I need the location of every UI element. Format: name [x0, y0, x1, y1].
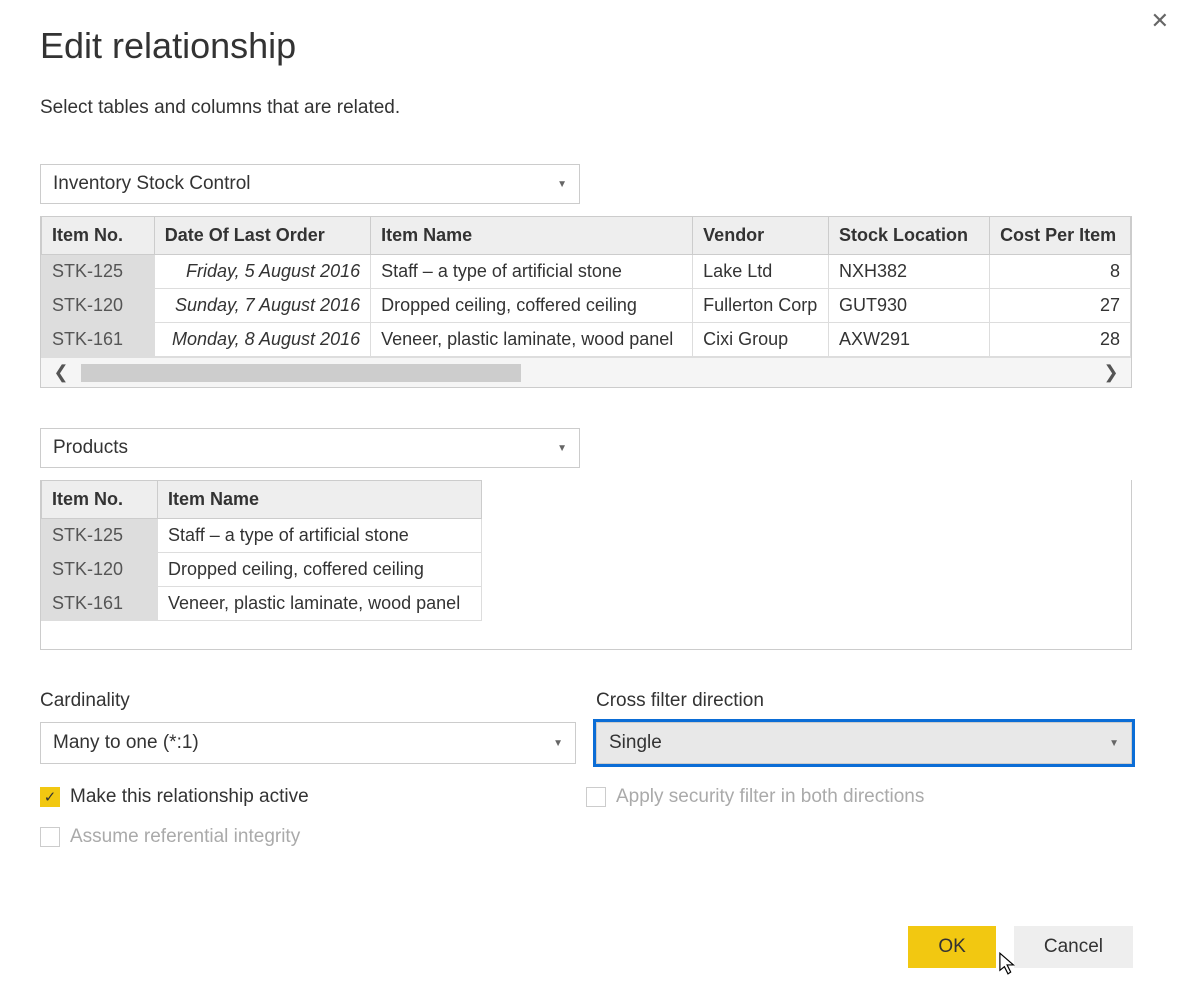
table1-dropdown[interactable]: Inventory Stock Control ▼	[40, 164, 580, 204]
table-row: STK-120 Sunday, 7 August 2016 Dropped ce…	[42, 289, 1131, 323]
close-icon[interactable]: ✕	[1151, 8, 1169, 34]
chevron-down-icon: ▼	[557, 443, 567, 454]
cell[interactable]: NXH382	[829, 255, 990, 289]
ok-button[interactable]: OK	[908, 926, 995, 968]
chevron-down-icon: ▼	[553, 738, 563, 749]
table1-header-row: Item No. Date Of Last Order Item Name Ve…	[42, 217, 1131, 255]
table-row: STK-161 Veneer, plastic laminate, wood p…	[42, 587, 482, 621]
cell[interactable]: STK-161	[42, 323, 155, 357]
table2-header-row: Item No. Item Name	[42, 481, 482, 519]
cell[interactable]: 27	[990, 289, 1131, 323]
referential-checkbox-label: Assume referential integrity	[70, 826, 300, 848]
cell[interactable]: GUT930	[829, 289, 990, 323]
cardinality-label: Cardinality	[40, 690, 576, 712]
cell[interactable]: Staff – a type of artificial stone	[371, 255, 693, 289]
security-checkbox-item: Apply security filter in both directions	[586, 786, 1132, 808]
crossfilter-dropdown[interactable]: Single ▼	[596, 722, 1132, 764]
active-checkbox-label: Make this relationship active	[70, 786, 309, 808]
cell[interactable]: AXW291	[829, 323, 990, 357]
checkbox-icon	[586, 787, 606, 807]
cell[interactable]: Lake Ltd	[693, 255, 829, 289]
scroll-right-icon[interactable]: ❯	[1091, 362, 1131, 383]
cancel-button[interactable]: Cancel	[1014, 926, 1133, 968]
cell[interactable]: STK-125	[42, 519, 158, 553]
cell[interactable]: Veneer, plastic laminate, wood panel	[158, 587, 482, 621]
chevron-down-icon: ▼	[1109, 738, 1119, 749]
cell[interactable]: 28	[990, 323, 1131, 357]
table2-dropdown[interactable]: Products ▼	[40, 428, 580, 468]
cell[interactable]: 8	[990, 255, 1131, 289]
referential-checkbox-item: Assume referential integrity	[40, 826, 586, 848]
table-row: STK-120 Dropped ceiling, coffered ceilin…	[42, 553, 482, 587]
cell[interactable]: Monday, 8 August 2016	[154, 323, 370, 357]
col-header[interactable]: Date Of Last Order	[154, 217, 370, 255]
table2-preview: Item No. Item Name STK-125 Staff – a typ…	[40, 480, 1132, 650]
col-header[interactable]: Item No.	[42, 217, 155, 255]
cell[interactable]: Fullerton Corp	[693, 289, 829, 323]
chevron-down-icon: ▼	[557, 179, 567, 190]
checkbox-icon	[40, 827, 60, 847]
table2-dropdown-value: Products	[53, 437, 128, 459]
cardinality-dropdown[interactable]: Many to one (*:1) ▼	[40, 722, 576, 764]
cell[interactable]: Staff – a type of artificial stone	[158, 519, 482, 553]
col-header[interactable]: Stock Location	[829, 217, 990, 255]
cell[interactable]: Friday, 5 August 2016	[154, 255, 370, 289]
scroll-left-icon[interactable]: ❮	[41, 362, 81, 383]
col-header[interactable]: Cost Per Item	[990, 217, 1131, 255]
table1-dropdown-value: Inventory Stock Control	[53, 173, 250, 195]
checkbox-icon[interactable]: ✓	[40, 787, 60, 807]
cardinality-value: Many to one (*:1)	[53, 732, 199, 754]
horizontal-scrollbar[interactable]: ❮ ❯	[41, 357, 1131, 387]
cell[interactable]: Veneer, plastic laminate, wood panel	[371, 323, 693, 357]
dialog-subtitle: Select tables and columns that are relat…	[40, 97, 1141, 119]
cell[interactable]: Dropped ceiling, coffered ceiling	[371, 289, 693, 323]
cell[interactable]: STK-120	[42, 553, 158, 587]
col-header[interactable]: Vendor	[693, 217, 829, 255]
crossfilter-label: Cross filter direction	[596, 690, 1132, 712]
cell[interactable]: Sunday, 7 August 2016	[154, 289, 370, 323]
col-header[interactable]: Item No.	[42, 481, 158, 519]
cell[interactable]: Cixi Group	[693, 323, 829, 357]
cell[interactable]: Dropped ceiling, coffered ceiling	[158, 553, 482, 587]
active-checkbox-item[interactable]: ✓ Make this relationship active	[40, 786, 586, 808]
scroll-thumb[interactable]	[81, 364, 521, 382]
cell[interactable]: STK-120	[42, 289, 155, 323]
table-row: STK-125 Friday, 5 August 2016 Staff – a …	[42, 255, 1131, 289]
col-header[interactable]: Item Name	[371, 217, 693, 255]
table1-preview: Item No. Date Of Last Order Item Name Ve…	[40, 216, 1132, 388]
cell[interactable]: STK-161	[42, 587, 158, 621]
table-row: STK-161 Monday, 8 August 2016 Veneer, pl…	[42, 323, 1131, 357]
security-checkbox-label: Apply security filter in both directions	[616, 786, 924, 808]
cell[interactable]: STK-125	[42, 255, 155, 289]
dialog-title: Edit relationship	[40, 25, 1141, 67]
crossfilter-value: Single	[609, 732, 662, 754]
col-header[interactable]: Item Name	[158, 481, 482, 519]
table-row: STK-125 Staff – a type of artificial sto…	[42, 519, 482, 553]
